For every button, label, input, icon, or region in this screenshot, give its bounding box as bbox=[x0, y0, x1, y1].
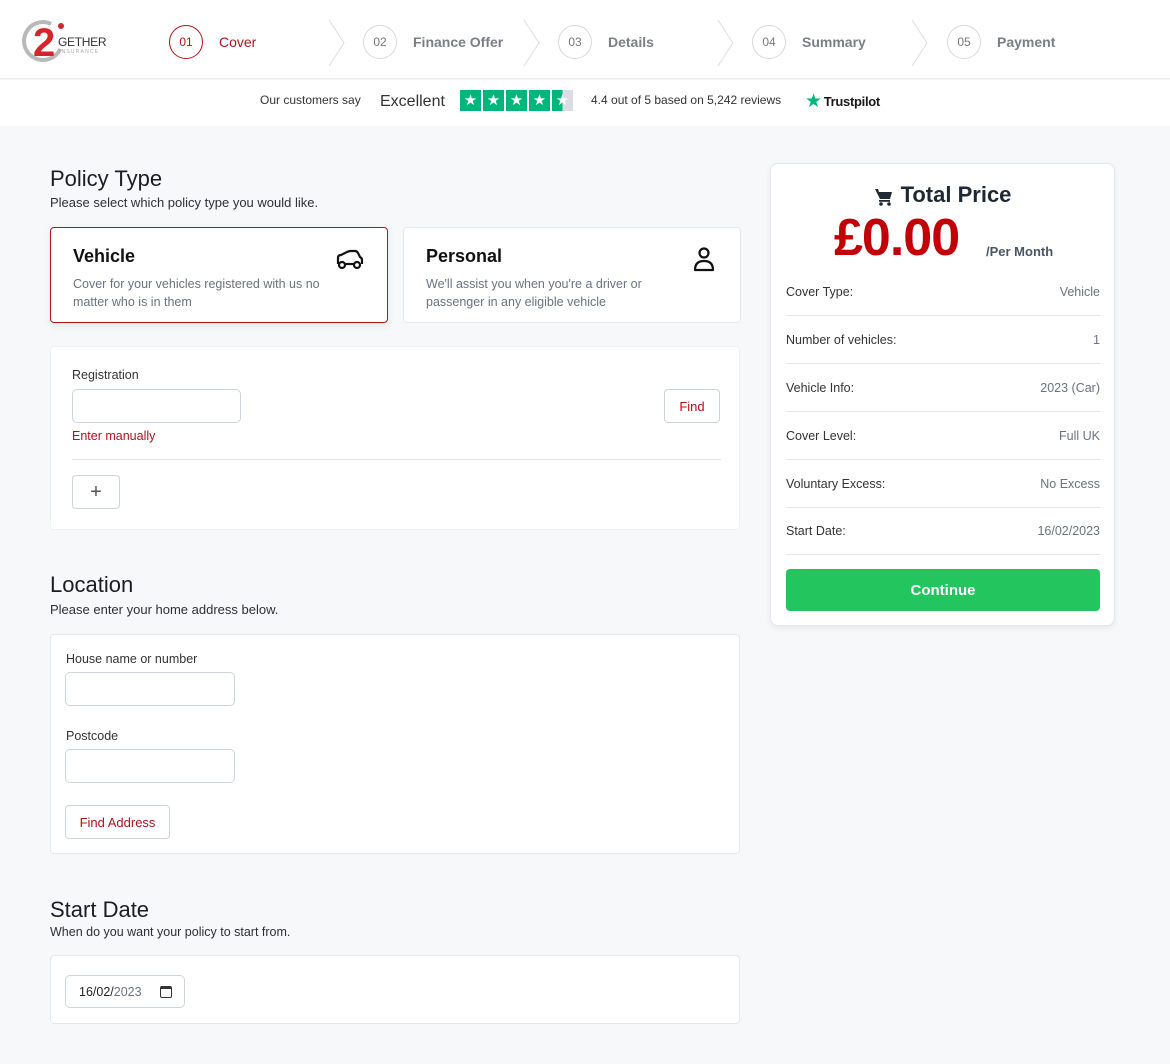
star-icon: ★ bbox=[506, 90, 527, 111]
step-number: 03 bbox=[558, 25, 592, 59]
star-icon: ★ bbox=[529, 90, 550, 111]
policy-option-description: Cover for your vehicles registered with … bbox=[73, 277, 320, 309]
summary-key: Voluntary Excess: bbox=[786, 476, 886, 491]
step-number: 02 bbox=[363, 25, 397, 59]
person-icon bbox=[693, 247, 715, 272]
policy-type-subheading: Please select which policy type you woul… bbox=[50, 195, 319, 210]
summary-key: Number of vehicles: bbox=[786, 332, 897, 347]
start-date-subheading: When do you want your policy to start fr… bbox=[50, 925, 291, 939]
price-amount: £0.00 bbox=[834, 209, 960, 267]
logo-number: 2 bbox=[33, 21, 56, 65]
logo-sub: INSURANCE bbox=[59, 49, 100, 55]
postcode-input[interactable] bbox=[65, 749, 235, 783]
divider bbox=[72, 459, 721, 460]
registration-input[interactable] bbox=[72, 389, 241, 423]
chevron-right-icon bbox=[717, 19, 734, 67]
trustpilot-rating-word: Excellent bbox=[380, 93, 445, 110]
find-address-button[interactable]: Find Address bbox=[65, 805, 170, 839]
trustpilot-intro: Our customers say bbox=[260, 93, 361, 107]
cart-icon bbox=[874, 188, 892, 206]
summary-row-cover-level: Cover Level: Full UK bbox=[786, 412, 1100, 460]
location-heading: Location bbox=[50, 572, 134, 597]
registration-label: Registration bbox=[72, 368, 139, 382]
summary-value: Full UK bbox=[1059, 428, 1100, 443]
trustpilot-logo[interactable]: ★ Trustpilot bbox=[805, 92, 880, 111]
policy-option-description: We'll assist you when you're a driver or… bbox=[426, 277, 642, 309]
enter-manually-link[interactable]: Enter manually bbox=[72, 429, 155, 443]
policy-option-personal[interactable]: Personal We'll assist you when you're a … bbox=[403, 227, 741, 323]
step-cover[interactable]: 01 Cover bbox=[169, 25, 256, 59]
summary-value: 2023 (Car) bbox=[1040, 380, 1100, 395]
location-card: House name or number Postcode Find Addre… bbox=[50, 634, 740, 854]
date-year: 2023 bbox=[113, 984, 142, 999]
summary-key: Vehicle Info: bbox=[786, 380, 855, 395]
summary-row-voluntary-excess: Voluntary Excess: No Excess bbox=[786, 460, 1100, 508]
trustpilot-summary: 4.4 out of 5 based on 5,242 reviews bbox=[591, 93, 782, 107]
step-label: Payment bbox=[997, 34, 1056, 50]
add-vehicle-button[interactable]: + bbox=[72, 475, 120, 509]
step-summary[interactable]: 04 Summary bbox=[752, 25, 866, 59]
star-half-icon: ★ bbox=[552, 90, 573, 111]
summary-row-start-date: Start Date: 16/02/2023 bbox=[786, 507, 1100, 555]
registration-card: Registration Enter manually Find + bbox=[50, 346, 740, 530]
step-label: Finance Offer bbox=[413, 34, 504, 50]
step-label: Summary bbox=[802, 34, 866, 50]
summary-key: Cover Level: bbox=[786, 428, 857, 443]
summary-row-cover-type: Cover Type: Vehicle bbox=[786, 268, 1100, 316]
start-date-heading: Start Date bbox=[50, 897, 150, 922]
policy-option-title: Vehicle bbox=[73, 246, 136, 266]
step-label: Details bbox=[608, 34, 654, 50]
trustpilot-bar: Our customers say Excellent ★ ★ ★ ★ ★ 4.… bbox=[0, 80, 1170, 126]
step-payment[interactable]: 05 Payment bbox=[947, 25, 1055, 59]
summary-value: 1 bbox=[1093, 332, 1100, 347]
summary-row-number-of-vehicles: Number of vehicles: 1 bbox=[786, 316, 1100, 364]
summary-row-vehicle-info: Vehicle Info: 2023 (Car) bbox=[786, 364, 1100, 412]
summary-key: Cover Type: bbox=[786, 284, 854, 299]
chevron-right-icon bbox=[328, 19, 345, 67]
header: 2 GETHER INSURANCE 01 Cover 02 Finance O… bbox=[0, 0, 1170, 79]
summary-key: Start Date: bbox=[786, 523, 846, 538]
trustpilot-brand: Trustpilot bbox=[823, 94, 881, 109]
policy-option-title: Personal bbox=[426, 246, 503, 266]
postcode-label: Postcode bbox=[66, 729, 119, 743]
step-label: Cover bbox=[219, 34, 257, 50]
chevron-right-icon bbox=[523, 19, 540, 67]
start-date-input[interactable]: 16/02/2023 bbox=[65, 975, 185, 1008]
location-subheading: Please enter your home address below. bbox=[50, 602, 279, 617]
summary-value: No Excess bbox=[1040, 476, 1100, 491]
date-day-month: 16/02/ bbox=[79, 984, 114, 999]
calendar-icon[interactable] bbox=[160, 986, 172, 998]
summary-value: Vehicle bbox=[1059, 284, 1100, 299]
find-button[interactable]: Find bbox=[664, 389, 720, 423]
house-label: House name or number bbox=[66, 652, 198, 666]
price-summary-panel: Total Price £0.00 /Per Month Cover Type:… bbox=[770, 163, 1115, 626]
total-price-label: Total Price bbox=[900, 182, 1012, 207]
brand-logo[interactable]: 2 GETHER INSURANCE bbox=[16, 14, 112, 68]
house-input[interactable] bbox=[65, 672, 235, 706]
chevron-right-icon bbox=[911, 19, 928, 67]
step-finance-offer[interactable]: 02 Finance Offer bbox=[363, 25, 503, 59]
total-price-title: Total Price bbox=[771, 182, 1114, 208]
star-icon: ★ bbox=[460, 90, 481, 111]
logo-word: GETHER bbox=[58, 35, 107, 49]
car-icon bbox=[336, 249, 364, 270]
summary-value: 16/02/2023 bbox=[1037, 523, 1100, 538]
step-number: 04 bbox=[752, 25, 786, 59]
logo-dot bbox=[58, 23, 64, 29]
step-number: 01 bbox=[169, 25, 203, 59]
trustpilot-stars[interactable]: ★ ★ ★ ★ ★ bbox=[460, 90, 573, 111]
price-period: /Per Month bbox=[986, 244, 1054, 259]
star-icon: ★ bbox=[483, 90, 504, 111]
step-details[interactable]: 03 Details bbox=[558, 25, 654, 59]
step-number: 05 bbox=[947, 25, 981, 59]
continue-button[interactable]: Continue bbox=[786, 569, 1100, 611]
policy-type-heading: Policy Type bbox=[50, 166, 163, 191]
policy-option-vehicle[interactable]: Vehicle Cover for your vehicles register… bbox=[50, 227, 388, 323]
trustpilot-star-icon: ★ bbox=[805, 91, 822, 112]
